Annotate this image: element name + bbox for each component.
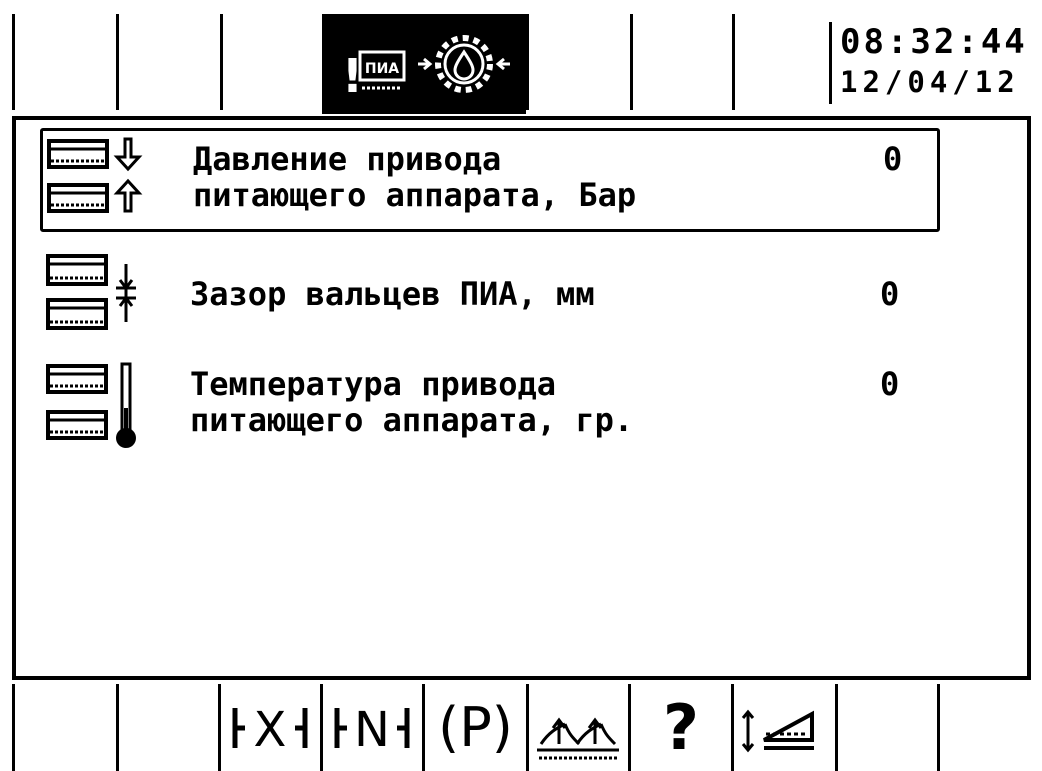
alarm-tag: ПИА [365, 61, 399, 77]
feeder-module-icon: ПИА [358, 50, 406, 90]
param-label-line1: Давление привода [193, 140, 502, 178]
bracketed-n-icon: N [334, 702, 410, 758]
crop-plants-icon [537, 717, 619, 760]
bottom-softkey-10[interactable] [940, 684, 1042, 771]
bottom-toolbar: X N (P) ? [0, 684, 1042, 771]
param-row-temperature[interactable]: Температура привода питающего аппарата, … [40, 356, 940, 456]
date-display: 12/04/12 [840, 65, 1020, 99]
parameter-panel: Давление привода питающего аппарата, Бар… [12, 116, 1031, 680]
p-key-label: (P) [438, 695, 513, 759]
param-label-line2: питающего аппарата, Бар [193, 176, 637, 214]
bottom-softkey-1[interactable] [15, 684, 116, 771]
roller-gap-icon [46, 254, 136, 330]
crop-softkey[interactable] [529, 684, 628, 771]
param-value: 0 [880, 365, 900, 403]
param-row-pressure[interactable]: Давление привода питающего аппарата, Бар… [40, 128, 940, 232]
svg-text:N: N [354, 702, 390, 758]
top-softkey-7[interactable] [732, 14, 829, 110]
p-softkey[interactable]: (P) [425, 684, 526, 771]
top-softkey-5[interactable] [526, 14, 630, 110]
clock: 08:32:44 12/04/12 [829, 22, 1042, 104]
n-softkey[interactable]: N [323, 684, 422, 771]
top-toolbar: ! ПИА 08:32:44 12/04/12 [0, 0, 1042, 114]
roller-pressure-icon [47, 137, 143, 213]
bottom-softkey-9[interactable] [838, 684, 937, 771]
param-row-gap[interactable]: Зазор вальцев ПИА, мм 0 [40, 248, 940, 338]
param-label-line1: Зазор вальцев ПИА, мм [190, 275, 595, 313]
top-softkey-3[interactable] [220, 14, 322, 110]
param-label-line2: питающего аппарата, гр. [190, 401, 634, 439]
help-icon: ? [663, 690, 699, 764]
time-display: 08:32:44 [840, 22, 1028, 62]
svg-text:X: X [254, 702, 287, 758]
top-softkey-6[interactable] [630, 14, 732, 110]
roller-temperature-icon [46, 362, 136, 448]
header-height-softkey[interactable] [734, 684, 835, 771]
top-softkey-2[interactable] [116, 14, 220, 110]
header-height-icon [741, 709, 814, 753]
bracketed-x-icon: X [232, 702, 308, 758]
gear-drop-icon [418, 35, 510, 93]
param-value: 0 [883, 140, 903, 178]
help-softkey[interactable]: ? [631, 684, 731, 771]
param-value: 0 [880, 275, 900, 313]
top-softkey-1[interactable] [12, 14, 116, 110]
bottom-softkey-2[interactable] [119, 684, 218, 771]
x-softkey[interactable]: X [221, 684, 320, 771]
feeder-settings-tab[interactable]: ! ПИА [322, 14, 526, 114]
param-label-line1: Температура привода [190, 365, 557, 403]
